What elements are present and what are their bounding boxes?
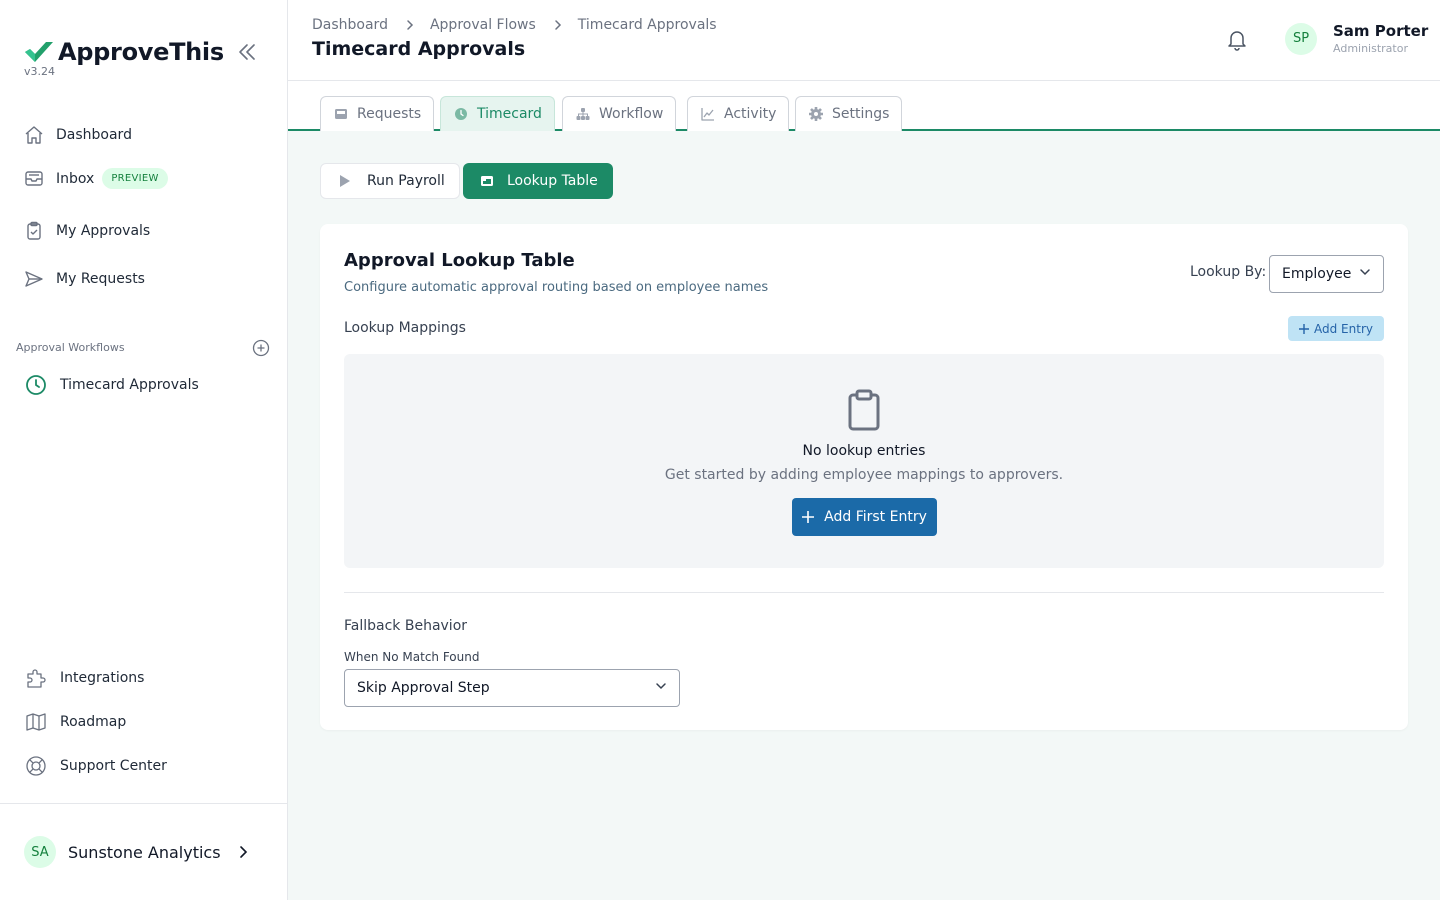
tab-label: Activity xyxy=(724,106,777,122)
chevron-down-icon xyxy=(1359,266,1371,282)
gear-icon xyxy=(808,106,824,122)
chevron-right-icon xyxy=(404,19,416,31)
tab-activity[interactable]: Activity xyxy=(687,96,790,131)
fallback-value: Skip Approval Step xyxy=(357,680,490,696)
add-entry-button[interactable]: Add Entry xyxy=(1288,316,1384,341)
sidebar-item-integrations[interactable]: Integrations xyxy=(24,668,144,688)
send-icon xyxy=(24,269,44,289)
user-avatar: SP xyxy=(1285,22,1317,55)
clipboard-check-icon xyxy=(24,221,44,241)
lookup-table-button[interactable]: Lookup Table xyxy=(463,163,613,199)
user-name: Sam Porter xyxy=(1333,22,1429,40)
empty-state-title: No lookup entries xyxy=(802,443,926,459)
sidebar-item-label: Inbox xyxy=(56,170,95,187)
lifebuoy-icon xyxy=(24,756,48,776)
lookup-table-card: Approval Lookup Table Configure automati… xyxy=(320,224,1408,730)
section-divider xyxy=(344,592,1384,593)
card-title: Approval Lookup Table xyxy=(344,250,575,271)
table-icon xyxy=(480,174,494,188)
user-menu[interactable]: SP Sam Porter Administrator xyxy=(1285,22,1428,55)
fallback-behavior-title: Fallback Behavior xyxy=(344,618,468,634)
check-logo-icon xyxy=(25,42,53,62)
tab-label: Workflow xyxy=(599,106,664,122)
plus-icon xyxy=(802,511,815,523)
chevron-down-icon xyxy=(655,680,667,696)
add-workflow-icon[interactable] xyxy=(252,339,270,357)
add-first-entry-label: Add First Entry xyxy=(824,509,927,525)
breadcrumb-timecard-approvals[interactable]: Timecard Approvals xyxy=(578,17,717,33)
sidebar-item-label: Support Center xyxy=(60,758,167,774)
map-icon xyxy=(24,712,48,732)
sidebar-item-label: Timecard Approvals xyxy=(60,377,199,393)
sidebar-item-timecard-approvals[interactable]: Timecard Approvals xyxy=(24,373,199,397)
card-subtitle: Configure automatic approval routing bas… xyxy=(344,280,769,295)
chevron-right-icon xyxy=(552,19,564,31)
org-avatar: SA xyxy=(24,836,56,868)
tab-timecard[interactable]: Timecard xyxy=(440,96,555,131)
breadcrumb: Dashboard Approval Flows Timecard Approv… xyxy=(312,17,717,33)
sidebar-footer-divider xyxy=(0,803,287,804)
brand-logo[interactable]: ApproveThis xyxy=(24,38,224,66)
tab-settings[interactable]: Settings xyxy=(795,96,903,131)
page-title: Timecard Approvals xyxy=(312,38,526,60)
clock-icon xyxy=(24,373,48,397)
chevron-right-icon xyxy=(235,844,251,860)
app-version: v3.24 xyxy=(24,65,56,78)
top-header: Dashboard Approval Flows Timecard Approv… xyxy=(288,0,1440,81)
home-icon xyxy=(24,125,44,145)
org-name: Sunstone Analytics xyxy=(68,842,221,862)
inbox-icon xyxy=(24,169,44,189)
sidebar-item-inbox[interactable]: Inbox PREVIEW xyxy=(24,168,168,189)
breadcrumb-approval-flows[interactable]: Approval Flows xyxy=(430,17,536,33)
lookup-by-label: Lookup By: xyxy=(1190,264,1267,280)
sidebar-item-label: Dashboard xyxy=(56,127,132,143)
sidebar-item-dashboard[interactable]: Dashboard xyxy=(24,125,132,145)
sidebar-item-label: Integrations xyxy=(60,670,145,686)
sidebar: ApproveThis v3.24 Dashboard Inbox PREVIE… xyxy=(0,0,288,900)
tab-label: Timecard xyxy=(477,106,542,122)
add-first-entry-button[interactable]: Add First Entry xyxy=(792,498,937,536)
puzzle-icon xyxy=(24,668,48,688)
organization-switcher[interactable]: SA Sunstone Analytics xyxy=(24,836,251,868)
run-payroll-button[interactable]: Run Payroll xyxy=(320,163,460,199)
fallback-field-label: When No Match Found xyxy=(344,650,480,664)
sidebar-item-my-approvals[interactable]: My Approvals xyxy=(24,221,150,241)
sidebar-item-roadmap[interactable]: Roadmap xyxy=(24,712,126,732)
empty-state-subtitle: Get started by adding employee mappings … xyxy=(664,467,1064,483)
chart-line-icon xyxy=(700,106,716,122)
bell-icon[interactable] xyxy=(1225,28,1249,52)
run-payroll-label: Run Payroll xyxy=(367,173,445,189)
sidebar-item-label: My Requests xyxy=(56,271,145,287)
hierarchy-icon xyxy=(575,106,591,122)
empty-state: No lookup entries Get started by adding … xyxy=(344,354,1384,568)
section-title-workflows: Approval Workflows xyxy=(16,341,125,354)
sidebar-item-label: Roadmap xyxy=(60,714,127,730)
tab-requests[interactable]: Requests xyxy=(320,96,435,131)
user-role: Administrator xyxy=(1333,42,1408,55)
breadcrumb-dashboard[interactable]: Dashboard xyxy=(312,17,388,33)
lookup-table-label: Lookup Table xyxy=(507,173,598,189)
play-icon xyxy=(339,174,353,188)
add-entry-label: Add Entry xyxy=(1314,321,1373,336)
sidebar-item-label: My Approvals xyxy=(56,223,151,239)
clock-icon xyxy=(453,106,469,122)
lookup-by-value: Employee xyxy=(1282,266,1352,282)
collapse-sidebar-icon[interactable] xyxy=(236,41,258,63)
sidebar-item-my-requests[interactable]: My Requests xyxy=(24,269,145,289)
tab-bar: Requests Timecard Workflow Activity Sett… xyxy=(288,81,1440,131)
inbox-icon xyxy=(333,106,349,122)
lookup-mappings-label: Lookup Mappings xyxy=(344,320,466,336)
tab-label: Settings xyxy=(832,106,890,122)
fallback-select[interactable]: Skip Approval Step xyxy=(344,669,680,707)
preview-badge: PREVIEW xyxy=(102,168,168,189)
tab-label: Requests xyxy=(357,106,422,122)
plus-icon xyxy=(1299,323,1309,334)
main-content: Requests Timecard Workflow Activity Sett… xyxy=(288,81,1440,900)
clipboard-icon xyxy=(846,388,882,432)
brand-name: ApproveThis xyxy=(58,38,224,66)
tab-workflow[interactable]: Workflow xyxy=(562,96,677,131)
lookup-by-select[interactable]: Employee xyxy=(1269,255,1384,293)
sidebar-item-support-center[interactable]: Support Center xyxy=(24,756,167,776)
